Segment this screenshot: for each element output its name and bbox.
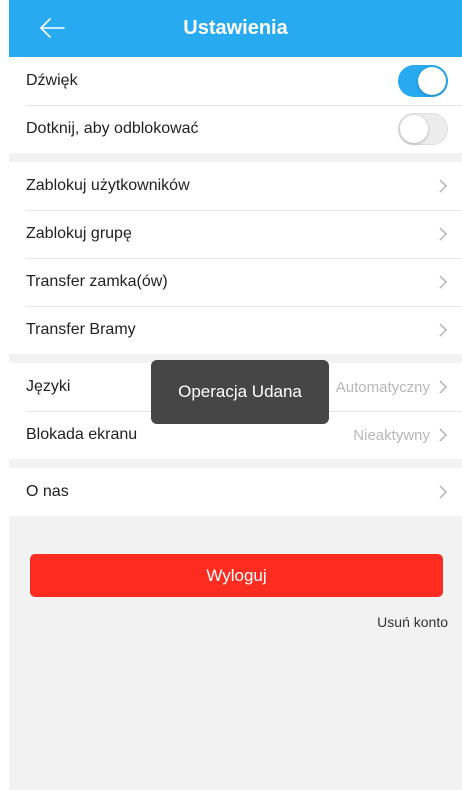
transfer-gateway-label: Transfer Bramy	[26, 321, 136, 338]
management-group: Zablokuj użytkowników Zablokuj grupę Tra…	[9, 162, 462, 354]
toggle-knob	[400, 115, 428, 143]
logout-area: Wyloguj	[9, 516, 462, 597]
chevron-right-icon	[439, 227, 448, 241]
toggle-knob	[418, 67, 446, 95]
section-divider	[9, 459, 462, 468]
block-users-label: Zablokuj użytkowników	[26, 177, 190, 194]
chevron-right-icon	[439, 179, 448, 193]
header-bar: Ustawienia	[9, 0, 462, 57]
section-divider	[9, 153, 462, 162]
block-users-row[interactable]: Zablokuj użytkowników	[9, 162, 462, 210]
touch-unlock-row: Dotknij, aby odblokować	[9, 105, 462, 153]
success-toast: Operacja Udana	[151, 360, 329, 424]
sound-toggle[interactable]	[398, 65, 448, 97]
about-group: O nas	[9, 468, 462, 516]
screen-lock-label: Blokada ekranu	[26, 426, 138, 443]
about-label: O nas	[26, 483, 69, 500]
touch-unlock-toggle[interactable]	[398, 113, 448, 145]
chevron-right-icon	[439, 380, 448, 394]
about-row[interactable]: O nas	[9, 468, 462, 516]
sound-label: Dźwięk	[26, 72, 78, 89]
sound-row: Dźwięk	[9, 57, 462, 105]
settings-screen: Ustawienia Dźwięk Dotknij, aby odblokowa…	[9, 0, 462, 790]
toggle-group: Dźwięk Dotknij, aby odblokować	[9, 57, 462, 153]
transfer-locks-label: Transfer zamka(ów)	[26, 273, 168, 290]
block-group-label: Zablokuj grupę	[26, 225, 132, 242]
chevron-right-icon	[439, 485, 448, 499]
logout-button[interactable]: Wyloguj	[30, 554, 443, 597]
chevron-right-icon	[439, 428, 448, 442]
block-group-row[interactable]: Zablokuj grupę	[9, 210, 462, 258]
chevron-right-icon	[439, 275, 448, 289]
screen-lock-value: Nieaktywny	[353, 426, 430, 444]
page-title: Ustawienia	[183, 17, 288, 39]
touch-unlock-label: Dotknij, aby odblokować	[26, 120, 199, 137]
chevron-right-icon	[439, 323, 448, 337]
delete-account-link[interactable]: Usuń konto	[9, 614, 462, 630]
languages-value: Automatyczny	[335, 378, 430, 396]
transfer-locks-row[interactable]: Transfer zamka(ów)	[9, 258, 462, 306]
transfer-gateway-row[interactable]: Transfer Bramy	[9, 306, 462, 354]
arrow-left-icon[interactable]	[37, 13, 67, 43]
